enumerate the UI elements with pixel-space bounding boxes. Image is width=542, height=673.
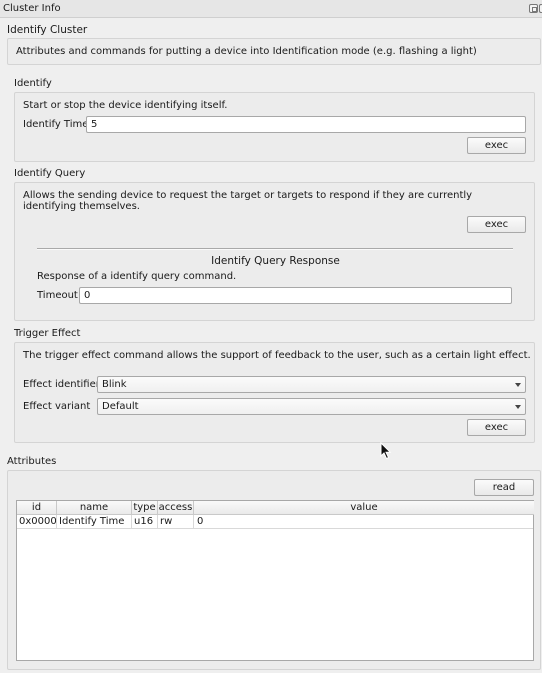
timeout-input[interactable]: 0: [79, 287, 512, 304]
cluster-heading: Identify Cluster: [7, 24, 88, 36]
cell-name: Identify Time: [57, 515, 132, 529]
attributes-heading: Attributes: [7, 456, 57, 467]
chevron-down-icon: [515, 405, 521, 409]
identify-query-panel: Allows the sending device to request the…: [14, 182, 535, 321]
attributes-table[interactable]: id name type access value 0x0000 Identif…: [16, 500, 534, 661]
identify-panel: Start or stop the device identifying its…: [14, 92, 535, 162]
window-title: Cluster Info: [3, 3, 61, 14]
effect-variant-label: Effect variant: [23, 401, 91, 412]
cell-value[interactable]: 0: [194, 515, 533, 529]
timeout-label: Timeout: [37, 290, 78, 301]
identify-query-exec-button[interactable]: exec: [467, 216, 526, 233]
identify-time-input[interactable]: 5: [86, 116, 526, 133]
effect-identifier-label: Effect identifier: [23, 379, 100, 390]
identify-description: Start or stop the device identifying its…: [23, 100, 228, 111]
separator: [37, 248, 513, 250]
identify-heading: Identify: [14, 78, 52, 89]
identify-time-label: Identify Time: [23, 119, 89, 130]
trigger-effect-exec-button[interactable]: exec: [467, 419, 526, 436]
effect-variant-value: Default: [102, 401, 139, 412]
chevron-down-icon: [515, 383, 521, 387]
column-header-id[interactable]: id: [17, 501, 57, 515]
identify-query-description: Allows the sending device to request the…: [23, 190, 473, 212]
cell-id: 0x0000: [17, 515, 57, 529]
cell-access: rw: [158, 515, 194, 529]
effect-identifier-select[interactable]: Blink: [97, 376, 526, 393]
identify-exec-button[interactable]: exec: [467, 137, 526, 154]
trigger-effect-heading: Trigger Effect: [14, 328, 81, 339]
table-row[interactable]: 0x0000 Identify Time u16 rw 0: [17, 515, 533, 529]
cluster-description-box: Attributes and commands for putting a de…: [7, 38, 541, 65]
column-header-name[interactable]: name: [57, 501, 132, 515]
column-header-value[interactable]: value: [194, 501, 534, 515]
identify-query-response-heading: Identify Query Response: [211, 255, 340, 267]
identify-query-heading: Identify Query: [14, 168, 86, 179]
effect-identifier-value: Blink: [102, 379, 127, 390]
trigger-effect-panel: The trigger effect command allows the su…: [14, 342, 535, 443]
cluster-description: Attributes and commands for putting a de…: [16, 46, 477, 57]
attributes-panel: read id name type access value 0x0000 Id…: [7, 470, 541, 670]
mouse-cursor-icon: [380, 442, 392, 460]
identify-query-response-description: Response of a identify query command.: [37, 271, 237, 282]
effect-variant-select[interactable]: Default: [97, 398, 526, 415]
title-bar: Cluster Info: [0, 0, 542, 18]
column-header-type[interactable]: type: [132, 501, 158, 515]
column-header-access[interactable]: access: [158, 501, 194, 515]
read-button[interactable]: read: [474, 479, 534, 496]
float-icon[interactable]: [529, 4, 538, 13]
cell-type: u16: [132, 515, 158, 529]
trigger-effect-description: The trigger effect command allows the su…: [23, 350, 531, 361]
